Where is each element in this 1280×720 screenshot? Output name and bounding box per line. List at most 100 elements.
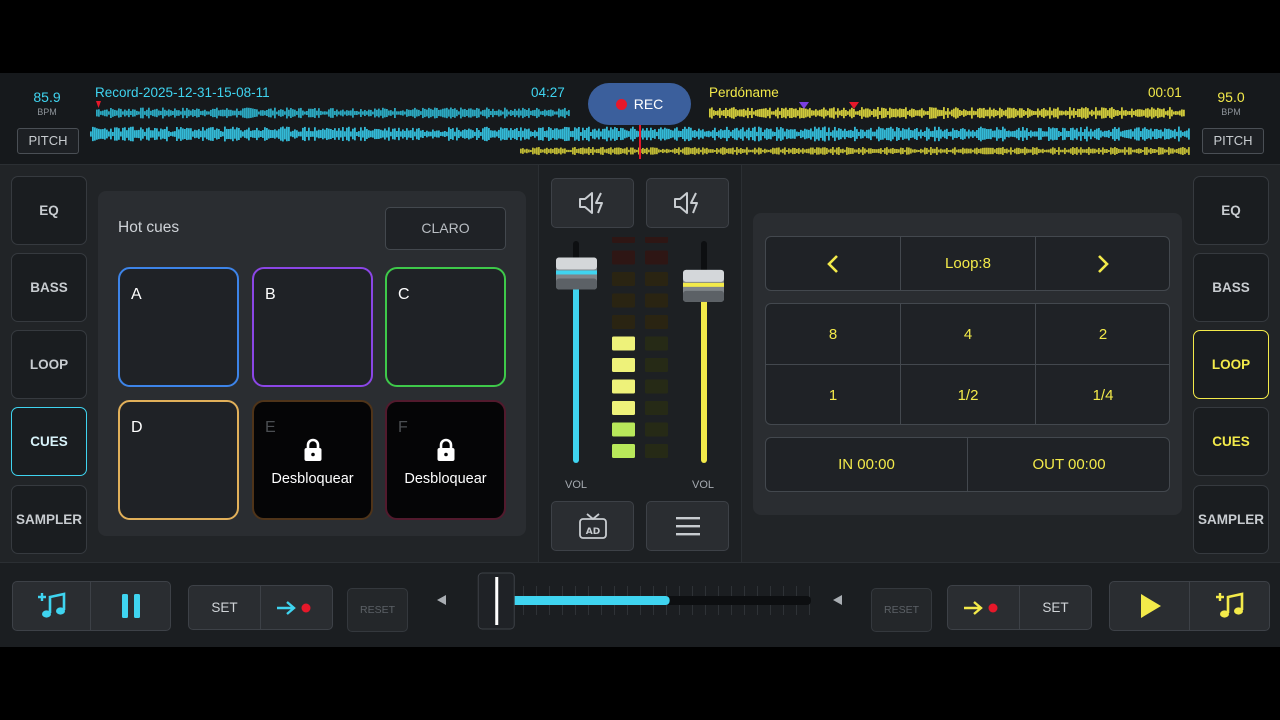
loop-prev-button[interactable] — [766, 237, 900, 290]
left-tab-loop[interactable]: LOOP — [11, 330, 87, 399]
vu-segment — [645, 379, 668, 394]
add-music-icon — [1215, 592, 1243, 618]
right-reset-button[interactable]: RESET — [871, 588, 932, 632]
left-fader-knob — [556, 257, 597, 290]
right-track-title: Perdóname — [709, 85, 779, 100]
right-cue-marker-red — [849, 102, 859, 109]
left-reset-button[interactable]: RESET — [347, 588, 408, 632]
left-fader-fill — [573, 273, 579, 463]
menu-button[interactable] — [646, 501, 729, 551]
lock-icon — [304, 438, 321, 461]
loop-size-8[interactable]: 8 — [766, 304, 900, 364]
loop-length-label: Loop:8 — [945, 255, 991, 272]
hot-cue-pad-e-locked[interactable]: E Desbloquear — [252, 400, 373, 520]
left-add-music-button[interactable] — [12, 581, 91, 631]
hot-cue-pad-b[interactable]: B — [252, 267, 373, 387]
pad-label: F — [398, 419, 408, 436]
right-add-music-button[interactable] — [1189, 581, 1270, 631]
crossfader-knob-line — [495, 577, 499, 625]
loop-size-quarter[interactable]: 1/4 — [1036, 365, 1170, 425]
right-tab-bass[interactable]: BASS — [1193, 253, 1269, 322]
arrow-record-icon — [963, 600, 997, 615]
vu-segment — [645, 336, 668, 351]
hot-cue-pad-c[interactable]: C — [385, 267, 506, 387]
crossfader[interactable] — [420, 563, 860, 648]
vu-segment — [612, 293, 635, 308]
loop-size-1[interactable]: 1 — [766, 365, 900, 425]
right-fader-fill — [701, 285, 707, 463]
hot-cue-pad-a[interactable]: A — [118, 267, 239, 387]
loop-size-half[interactable]: 1/2 — [901, 365, 1035, 425]
right-tab-cues[interactable]: CUES — [1193, 407, 1269, 476]
vu-segment — [612, 250, 635, 265]
right-deck-waveform — [709, 107, 1185, 119]
menu-icon — [675, 517, 700, 536]
ad-tv-button[interactable]: AD — [551, 501, 634, 551]
vu-segment — [645, 250, 668, 265]
right-vol-label: VOL — [692, 479, 715, 491]
unlock-area: Desbloquear — [387, 438, 504, 487]
right-cue-jump-button[interactable] — [947, 585, 1020, 630]
loop-panel: Loop:8 8 4 2 1 1/2 1/4 IN 00:00 OUT 00:0… — [753, 213, 1182, 515]
vu-segment — [645, 237, 668, 243]
waveform-bar: 85.9 BPM PITCH 95.0 BPM PITCH Record-202… — [0, 73, 1280, 165]
record-button[interactable]: REC — [588, 83, 691, 125]
vu-segment — [612, 336, 635, 351]
left-tab-eq[interactable]: EQ — [11, 176, 87, 245]
loop-in-button[interactable]: IN 00:00 — [766, 438, 967, 491]
vu-segment — [612, 315, 635, 329]
vu-segment — [612, 401, 635, 415]
left-tab-sampler[interactable]: SAMPLER — [11, 485, 87, 554]
pad-label: A — [131, 286, 142, 303]
right-set-cue-button[interactable]: SET — [1019, 585, 1092, 630]
volume-faders[interactable] — [539, 237, 743, 487]
crossfader-right-arrow-icon — [833, 595, 842, 605]
speaker-flash-icon — [673, 192, 698, 214]
vu-segment — [612, 444, 635, 458]
unlock-area: Desbloquear — [254, 438, 371, 487]
bottom-overview-waveform — [520, 147, 1190, 155]
right-vu-meter — [645, 237, 668, 458]
loop-size-grid: 8 4 2 1 1/2 1/4 — [765, 303, 1170, 425]
vu-segment — [645, 293, 668, 308]
unlock-label: Desbloquear — [404, 471, 487, 487]
right-tab-eq[interactable]: EQ — [1193, 176, 1269, 245]
vu-segment — [612, 379, 635, 394]
hot-cue-pad-f-locked[interactable]: F Desbloquear — [385, 400, 506, 520]
vu-segment — [612, 272, 635, 286]
left-pause-button[interactable] — [90, 581, 171, 631]
left-speaker-button[interactable] — [551, 178, 634, 228]
transport-bar: SET RESET RESET SET — [0, 562, 1280, 647]
pad-label: E — [265, 419, 276, 436]
right-speaker-button[interactable] — [646, 178, 729, 228]
right-tab-sampler[interactable]: SAMPLER — [1193, 485, 1269, 554]
clear-cues-button[interactable]: CLARO — [385, 207, 506, 250]
left-deck-waveform — [96, 107, 570, 119]
chevron-left-icon — [827, 254, 838, 273]
right-play-button[interactable] — [1109, 581, 1190, 631]
left-track-time: 04:27 — [531, 85, 565, 100]
right-tab-loop[interactable]: LOOP — [1193, 330, 1269, 399]
vu-segment — [612, 422, 635, 437]
loop-length-selector: Loop:8 — [765, 236, 1170, 291]
vu-segment — [612, 358, 635, 372]
right-track-time: 00:01 — [1148, 85, 1182, 100]
record-label: REC — [633, 96, 664, 112]
loop-size-4[interactable]: 4 — [901, 304, 1035, 364]
loop-size-2[interactable]: 2 — [1036, 304, 1170, 364]
unlock-label: Desbloquear — [271, 471, 354, 487]
hot-cue-pad-d[interactable]: D — [118, 400, 239, 520]
vu-segment — [645, 422, 668, 437]
play-icon — [1140, 594, 1161, 618]
loop-next-button[interactable] — [1036, 237, 1170, 290]
left-cue-jump-button[interactable] — [260, 585, 333, 630]
loop-out-button[interactable]: OUT 00:00 — [968, 438, 1170, 491]
left-tab-bass[interactable]: BASS — [11, 253, 87, 322]
right-fader-knob — [683, 269, 724, 302]
left-cue-marker — [96, 101, 101, 108]
left-tab-cues[interactable]: CUES — [11, 407, 87, 476]
hot-cues-panel: Hot cues CLARO A B C D E Desbloquear F D… — [98, 191, 526, 536]
playhead — [639, 125, 641, 159]
vu-segment — [612, 237, 635, 243]
left-set-cue-button[interactable]: SET — [188, 585, 261, 630]
